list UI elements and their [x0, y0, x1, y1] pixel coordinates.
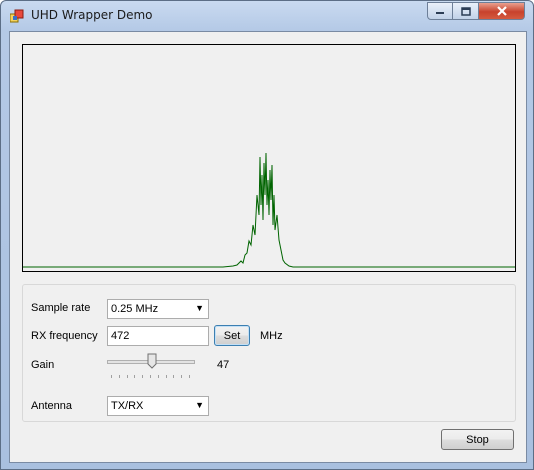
- maximize-icon: [460, 6, 471, 16]
- slider-tick: [111, 375, 112, 378]
- slider-tick: [173, 375, 175, 378]
- set-button[interactable]: Set: [214, 325, 250, 346]
- dropdown-arrow-icon: ▼: [195, 303, 204, 313]
- minimize-button[interactable]: [427, 2, 453, 20]
- stop-button[interactable]: Stop: [441, 429, 514, 450]
- spectrum-display: [22, 44, 516, 272]
- slider-tick: [189, 375, 190, 378]
- app-window: UHD Wrapper Demo Sample rate 0.25 MHz ▼ …: [0, 0, 534, 470]
- slider-tick: [181, 375, 183, 378]
- gain-value: 47: [217, 359, 230, 371]
- app-icon: [10, 9, 24, 23]
- slider-tick: [165, 375, 167, 378]
- antenna-dropdown[interactable]: TX/RX ▼: [107, 396, 209, 416]
- slider-tick: [142, 375, 144, 378]
- antenna-label: Antenna: [31, 400, 72, 412]
- slider-tick: [157, 375, 159, 378]
- sample-rate-label: Sample rate: [31, 302, 91, 314]
- dropdown-arrow-icon: ▼: [195, 400, 204, 410]
- minimize-icon: [436, 12, 444, 14]
- maximize-button[interactable]: [453, 2, 479, 20]
- slider-tick: [118, 375, 120, 378]
- antenna-value: TX/RX: [111, 400, 144, 412]
- spectrum-trace: [23, 152, 515, 268]
- client-area: Sample rate 0.25 MHz ▼ RX frequency 472 …: [9, 31, 527, 463]
- slider-tick: [134, 375, 136, 378]
- slider-tick: [150, 375, 151, 378]
- slider-tick: [126, 375, 128, 378]
- window-title: UHD Wrapper Demo: [31, 8, 153, 22]
- frequency-unit-label: MHz: [260, 330, 283, 342]
- sample-rate-dropdown[interactable]: 0.25 MHz ▼: [107, 299, 209, 319]
- settings-panel: Sample rate 0.25 MHz ▼ RX frequency 472 …: [22, 284, 516, 422]
- gain-label: Gain: [31, 359, 55, 371]
- sample-rate-value: 0.25 MHz: [111, 303, 159, 315]
- rx-frequency-label: RX frequency: [31, 330, 98, 342]
- close-button[interactable]: [479, 2, 525, 20]
- title-bar[interactable]: UHD Wrapper Demo: [1, 1, 533, 31]
- close-icon: [496, 6, 507, 16]
- rx-frequency-input[interactable]: 472: [107, 326, 209, 346]
- gain-slider-thumb[interactable]: [147, 353, 157, 369]
